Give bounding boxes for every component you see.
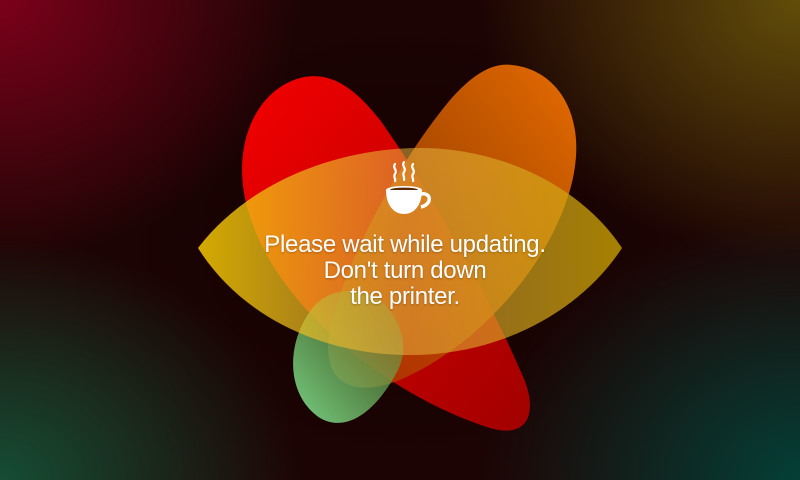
message-line-2: Don't turn down bbox=[323, 257, 487, 284]
coffee-cup-icon bbox=[386, 160, 431, 214]
update-message: Please wait while updating. Don't turn d… bbox=[200, 160, 610, 310]
message-line-3: the printer. bbox=[350, 283, 460, 310]
message-line-1: Please wait while updating. bbox=[264, 231, 546, 258]
update-screen: Please wait while updating. Don't turn d… bbox=[0, 0, 800, 480]
